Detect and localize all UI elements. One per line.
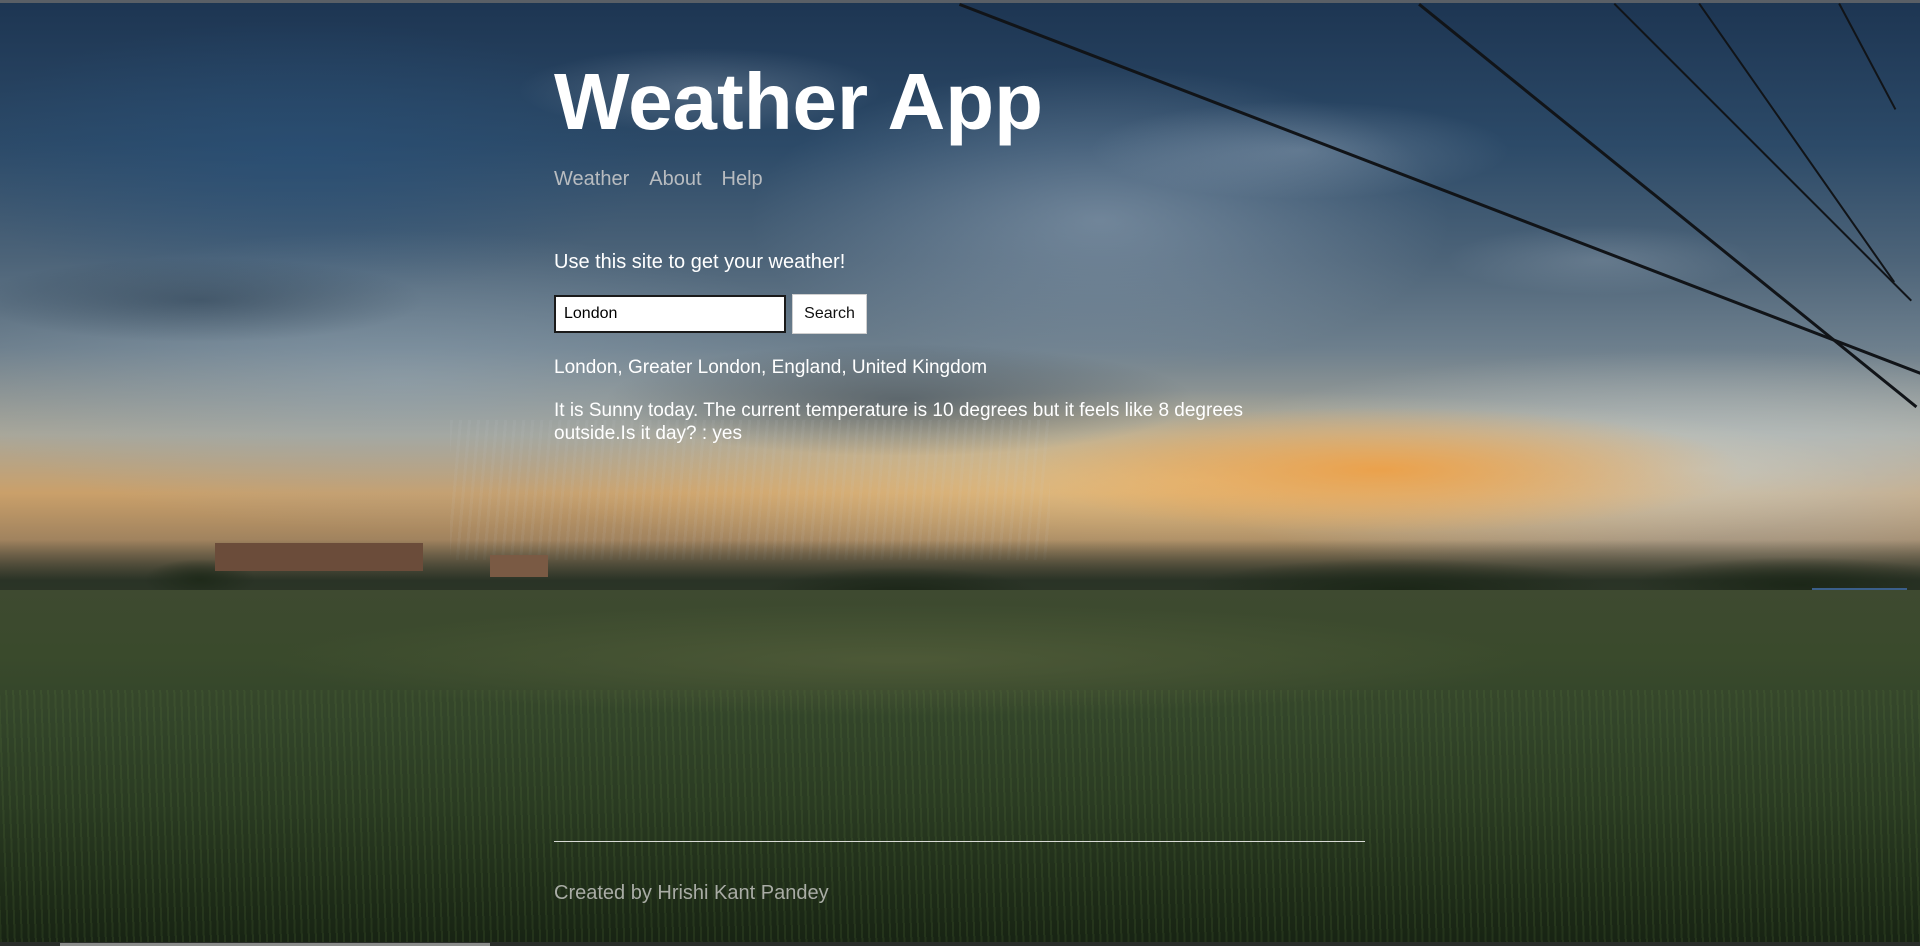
footer-divider xyxy=(554,841,1365,842)
forecast-result: It is Sunny today. The current temperatu… xyxy=(554,400,1243,444)
location-result: London, Greater London, England, United … xyxy=(554,357,988,378)
background-building xyxy=(215,543,423,571)
background-building xyxy=(490,555,548,577)
main-nav: Weather About Help xyxy=(554,167,783,191)
background-grass xyxy=(0,690,1920,946)
nav-link-weather[interactable]: Weather xyxy=(554,167,629,191)
footer-credit: Created by Hrishi Kant Pandey xyxy=(554,882,829,904)
page-title: Weather App xyxy=(554,57,1043,146)
window-top-edge xyxy=(0,0,1920,3)
location-search-input[interactable] xyxy=(554,295,786,333)
intro-text: Use this site to get your weather! xyxy=(554,251,846,273)
search-button[interactable]: Search xyxy=(792,294,867,334)
search-form: Search xyxy=(554,294,867,334)
nav-link-help[interactable]: Help xyxy=(722,167,763,191)
nav-link-about[interactable]: About xyxy=(649,167,701,191)
page: Weather App Weather About Help Use this … xyxy=(0,0,1920,946)
